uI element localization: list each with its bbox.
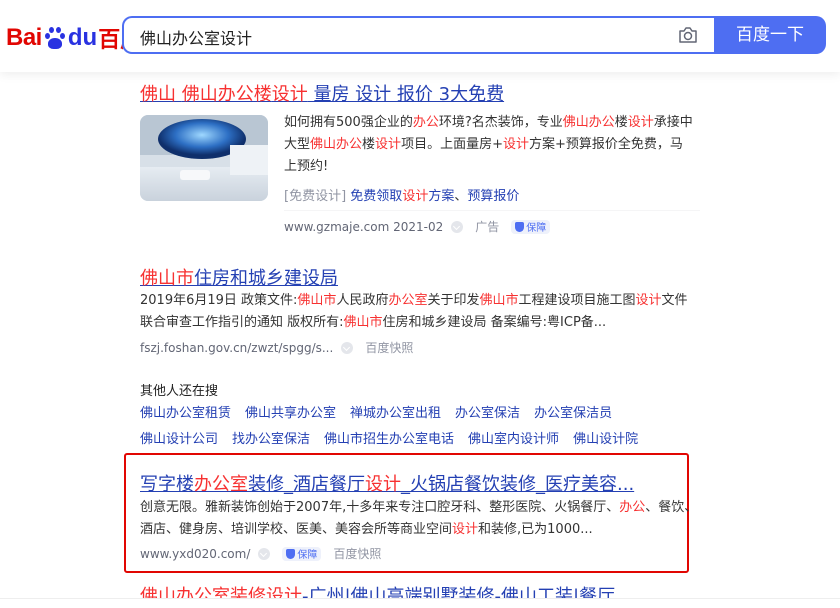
related-search-item[interactable]: 禅城办公室出租	[350, 406, 441, 432]
related-search-item[interactable]: 佛山办公室租赁	[140, 406, 231, 432]
search-box[interactable]	[122, 16, 714, 54]
result-1-thumbnail[interactable]	[140, 115, 268, 201]
divider	[284, 210, 700, 211]
result-3-title[interactable]: 写字楼办公室装修_酒店餐厅设计_火锅店餐饮装修_医疗美容...	[140, 470, 634, 496]
related-searches-title: 其他人还在搜	[140, 384, 219, 399]
guarantee-badge[interactable]: 保障	[282, 546, 322, 561]
result-1-title[interactable]: 佛山 佛山办公楼设计 量房 设计 报价 3大免费	[140, 80, 504, 106]
result-1-abstract: 如何拥有500强企业的办公环境?名杰装饰，专业佛山办公楼设计承接中大型佛山办公楼…	[284, 115, 693, 174]
search-button[interactable]: 百度一下	[714, 16, 826, 54]
result-1-sitelinks: [免费设计] 免费领取设计方案、预算报价	[284, 189, 520, 204]
result-1-link[interactable]: 佛山 佛山办公楼设计 量房 设计 报价 3大免费	[140, 84, 504, 105]
sitelink-free-design[interactable]: 免费领取设计方案	[350, 189, 454, 204]
title-text: 量房 设计 报价 3大免费	[307, 84, 505, 105]
guarantee-badge[interactable]: 保障	[511, 219, 551, 234]
result-url[interactable]: www.gzmaje.com	[284, 220, 389, 234]
sitelinks-prefix: [免费设计]	[284, 189, 347, 204]
result-2-abstract: 2019年6月19日 政策文件:佛山市人民政府办公室关于印发佛山市工程建设项目施…	[140, 293, 688, 330]
shield-icon	[286, 548, 296, 559]
related-searches: 佛山办公室租赁 佛山共享办公室 禅城办公室出租 办公室保洁 办公室保洁员 佛山设…	[140, 406, 700, 458]
paw-icon	[43, 26, 67, 50]
result-2-link[interactable]: 佛山市住房和城乡建设局	[140, 268, 338, 289]
related-search-item[interactable]: 办公室保洁	[455, 406, 520, 432]
camera-icon[interactable]	[678, 26, 698, 44]
sitelink-budget-quote[interactable]: 预算报价	[467, 189, 519, 204]
result-date: 2021-02	[393, 219, 444, 234]
result-3-abstract: 创意无限。雅新装饰创始于2007年,十多年来专注口腔牙科、整形医院、火锅餐厅、办…	[140, 500, 698, 537]
more-options-icon[interactable]	[451, 220, 464, 233]
result-3-link[interactable]: 写字楼办公室装修_酒店餐厅设计_火锅店餐饮装修_医疗美容...	[140, 474, 634, 495]
snapshot-link[interactable]: 百度快照	[333, 545, 381, 562]
related-search-item[interactable]: 办公室保洁员	[534, 406, 612, 432]
result-3-meta: www.yxd020.com/ 保障 百度快照	[140, 545, 381, 562]
title-highlight: 佛山	[140, 84, 176, 105]
more-options-icon[interactable]	[341, 341, 354, 354]
result-url[interactable]: fszj.foshan.gov.cn/zwzt/spgg/s...	[140, 341, 333, 355]
result-1-meta: www.gzmaje.com 2021-02 广告 保障	[284, 218, 551, 235]
logo-bai-text: Bai	[6, 24, 42, 51]
shield-icon	[515, 221, 525, 232]
result-url[interactable]: www.yxd020.com/	[140, 547, 250, 561]
result-2-meta: fszj.foshan.gov.cn/zwzt/spgg/s... 百度快照	[140, 339, 413, 356]
related-search-item[interactable]: 佛山共享办公室	[245, 406, 336, 432]
result-2-title[interactable]: 佛山市住房和城乡建设局	[140, 264, 338, 290]
search-input[interactable]	[138, 25, 662, 49]
more-options-icon[interactable]	[258, 547, 271, 560]
logo-du-text: du	[67, 24, 98, 51]
title-highlight: 佛山办公楼	[181, 84, 272, 105]
ad-label: 广告	[475, 220, 500, 234]
snapshot-link[interactable]: 百度快照	[365, 339, 413, 356]
title-highlight: 设计	[271, 84, 308, 105]
header: Bai du 百度 百度一下	[0, 0, 840, 72]
